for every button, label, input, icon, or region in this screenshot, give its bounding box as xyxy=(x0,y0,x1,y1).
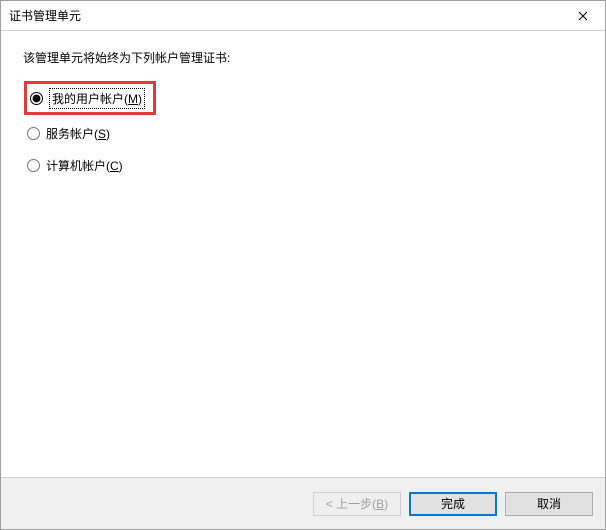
label-mnemonic: M xyxy=(128,92,138,106)
label-mnemonic: S xyxy=(98,127,106,141)
radio-computer-account[interactable] xyxy=(27,159,40,172)
label-text: < 上一步( xyxy=(326,495,376,512)
radio-service-account-label[interactable]: 服务帐户(S) xyxy=(46,125,110,142)
label-text: ) xyxy=(138,92,142,106)
label-mnemonic: B xyxy=(376,497,384,511)
label-text: ) xyxy=(384,497,388,511)
label-text: 计算机帐户( xyxy=(46,159,110,173)
radio-my-user-account-label[interactable]: 我的用户帐户(M) xyxy=(49,88,145,109)
radio-computer-account-label[interactable]: 计算机帐户(C) xyxy=(46,157,123,174)
cancel-button[interactable]: 取消 xyxy=(505,492,593,516)
label-mnemonic: C xyxy=(110,159,119,173)
instruction-text: 该管理单元将始终为下列帐户管理证书: xyxy=(23,49,583,66)
button-bar: < 上一步(B) 完成 取消 xyxy=(1,477,605,529)
titlebar: 证书管理单元 xyxy=(1,1,605,31)
close-button[interactable] xyxy=(560,1,605,30)
account-radio-group: 我的用户帐户(M) 服务帐户(S) 计算机帐户(C) xyxy=(23,84,583,176)
label-text: ) xyxy=(106,127,110,141)
content-area: 该管理单元将始终为下列帐户管理证书: 我的用户帐户(M) 服务帐户(S) 计算机… xyxy=(1,31,605,477)
highlight-box: 我的用户帐户(M) xyxy=(24,81,156,115)
certificates-snapin-dialog: 证书管理单元 该管理单元将始终为下列帐户管理证书: 我的用户帐户(M) 服务帐户… xyxy=(0,0,606,530)
close-icon xyxy=(578,11,588,21)
label-text: 服务帐户( xyxy=(46,127,98,141)
dialog-title: 证书管理单元 xyxy=(1,7,81,24)
label-text: 我的用户帐户( xyxy=(52,92,128,106)
radio-service-account[interactable] xyxy=(27,127,40,140)
back-button[interactable]: < 上一步(B) xyxy=(313,492,401,516)
finish-button[interactable]: 完成 xyxy=(409,492,497,516)
label-text: ) xyxy=(119,159,123,173)
radio-my-user-account[interactable] xyxy=(30,92,43,105)
